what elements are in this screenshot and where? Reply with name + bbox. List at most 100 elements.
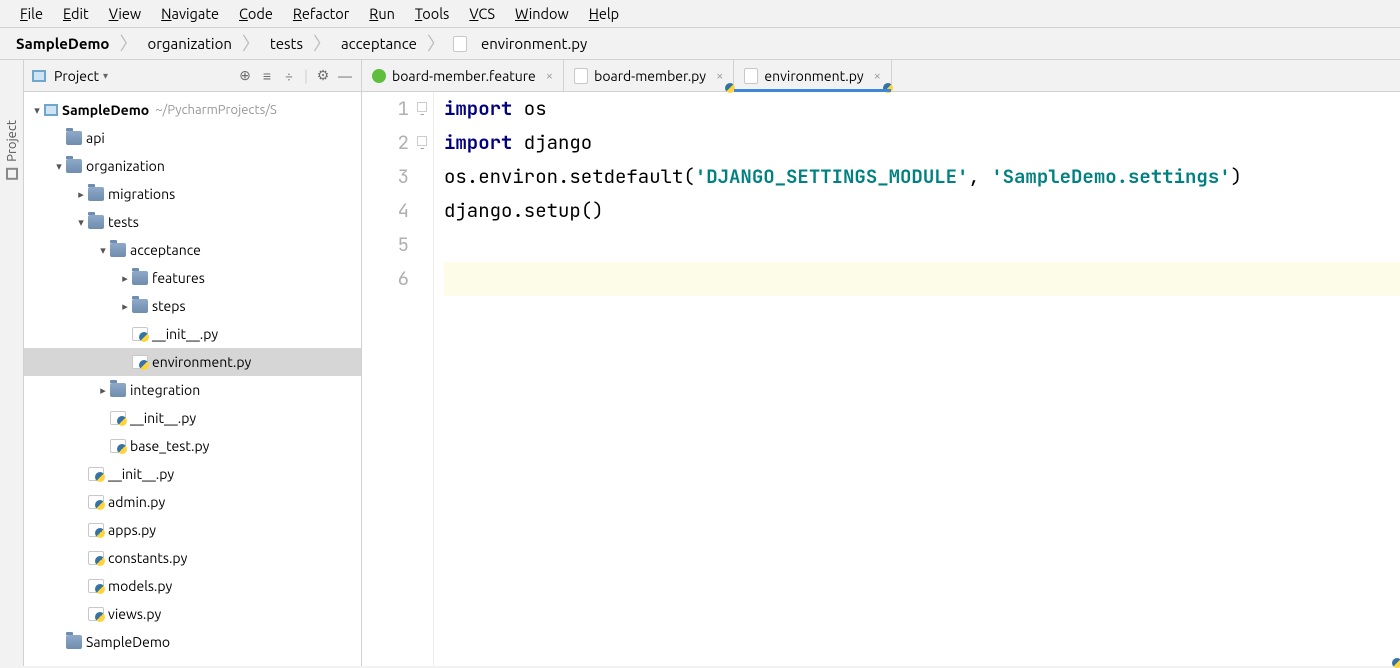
tree-node[interactable]: ▸integration: [24, 376, 361, 404]
tree-node-label: environment.py: [152, 354, 251, 370]
hide-panel-icon[interactable]: —: [337, 68, 353, 84]
chevron-right-icon[interactable]: ▸: [96, 384, 110, 397]
code-line[interactable]: [444, 262, 1400, 296]
chevron-down-icon[interactable]: ▾: [30, 104, 44, 117]
line-number[interactable]: 6: [362, 262, 409, 296]
tree-node[interactable]: api: [24, 124, 361, 152]
menu-help[interactable]: Help: [579, 3, 629, 24]
editor-tabbar: board-member.feature×board-member.py×env…: [362, 60, 1400, 92]
fold-handle-icon[interactable]: [417, 102, 427, 112]
chevron-right-icon[interactable]: ▸: [74, 188, 88, 201]
folder-icon: [132, 299, 148, 313]
code-line[interactable]: import os: [444, 92, 1400, 126]
menu-view[interactable]: View: [99, 3, 151, 24]
menu-window[interactable]: Window: [505, 3, 579, 24]
chevron-down-icon[interactable]: ▾: [52, 160, 66, 173]
tree-node[interactable]: ▸migrations: [24, 180, 361, 208]
editor-gutter[interactable]: 123456: [362, 92, 434, 666]
close-tab-icon[interactable]: ×: [712, 69, 723, 83]
menu-refactor[interactable]: Refactor: [283, 3, 359, 24]
code-editor[interactable]: 123456 import osimport djangoos.environ.…: [362, 92, 1400, 666]
tree-node-label: steps: [152, 298, 186, 314]
tree-node[interactable]: apps.py: [24, 516, 361, 544]
tree-node-label: admin.py: [108, 494, 165, 510]
menu-code[interactable]: Code: [229, 3, 283, 24]
python-file-icon: [132, 355, 148, 369]
project-tree[interactable]: ▾ SampleDemo ~/PycharmProjects/S api▾org…: [24, 92, 361, 666]
project-panel: Project ▾ ⊕ ≡ ÷ | ⚙ — ▾ SampleDemo ~/Pyc…: [24, 60, 362, 666]
tree-node[interactable]: admin.py: [24, 488, 361, 516]
python-file-icon: [88, 579, 104, 593]
tree-node[interactable]: ▸ features: [24, 264, 361, 292]
tool-window-strip[interactable]: Project: [0, 60, 24, 666]
tree-root[interactable]: ▾ SampleDemo ~/PycharmProjects/S: [24, 96, 361, 124]
chevron-right-icon[interactable]: ▸: [118, 300, 132, 313]
folder-icon: [66, 635, 82, 649]
menu-run[interactable]: Run: [359, 3, 405, 24]
project-panel-title[interactable]: Project ▾: [32, 68, 108, 84]
chevron-down-icon[interactable]: ▾: [74, 216, 88, 229]
line-number[interactable]: 3: [362, 160, 409, 194]
locate-icon[interactable]: ⊕: [237, 68, 253, 84]
module-icon: [44, 104, 58, 116]
folder-icon: [132, 271, 148, 285]
tree-node[interactable]: base_test.py: [24, 432, 361, 460]
folder-icon: [66, 131, 82, 145]
tree-node-label: features: [152, 270, 205, 286]
tree-node[interactable]: __init__.py: [24, 404, 361, 432]
line-number[interactable]: 4: [362, 194, 409, 228]
settings-gear-icon[interactable]: ⚙: [315, 68, 331, 84]
breadcrumb-item[interactable]: environment.py: [479, 35, 589, 52]
tree-node-label: __init__.py: [152, 326, 218, 342]
tree-node[interactable]: constants.py: [24, 544, 361, 572]
fold-handle-icon[interactable]: [417, 136, 427, 146]
menu-file[interactable]: File: [10, 3, 53, 24]
python-file-icon: [110, 411, 126, 425]
project-tool-tab[interactable]: Project: [5, 120, 19, 180]
line-number[interactable]: 1: [362, 92, 409, 126]
tree-node[interactable]: models.py: [24, 572, 361, 600]
tree-node-label: tests: [108, 214, 139, 230]
menu-edit[interactable]: Edit: [53, 3, 99, 24]
close-tab-icon[interactable]: ×: [870, 69, 881, 83]
breadcrumb-item[interactable]: organization: [145, 35, 233, 52]
python-file-icon: [110, 439, 126, 453]
close-tab-icon[interactable]: ×: [542, 69, 553, 83]
tree-node-label: SampleDemo: [86, 634, 170, 650]
tree-node[interactable]: environment.py: [24, 348, 361, 376]
menu-navigate[interactable]: Navigate: [151, 3, 229, 24]
python-file-icon: [88, 523, 104, 537]
tree-node-label: acceptance: [130, 242, 201, 258]
python-file-icon: [88, 551, 104, 565]
collapse-all-icon[interactable]: ÷: [281, 68, 297, 84]
editor-code[interactable]: import osimport djangoos.environ.setdefa…: [434, 92, 1400, 666]
expand-all-icon[interactable]: ≡: [259, 68, 275, 84]
code-line[interactable]: import django: [444, 126, 1400, 160]
code-line[interactable]: os.environ.setdefault('DJANGO_SETTINGS_M…: [444, 160, 1400, 194]
tree-node[interactable]: SampleDemo: [24, 628, 361, 656]
tree-node-label: models.py: [108, 578, 172, 594]
editor-tab[interactable]: board-member.py×: [564, 60, 734, 91]
breadcrumb-item[interactable]: SampleDemo: [14, 35, 111, 52]
tree-node[interactable]: __init__.py: [24, 460, 361, 488]
tree-node-label: __init__.py: [130, 410, 196, 426]
tree-node[interactable]: ▾organization: [24, 152, 361, 180]
menu-vcs[interactable]: VCS: [459, 3, 505, 24]
chevron-right-icon[interactable]: ▸: [118, 272, 132, 285]
line-number[interactable]: 2: [362, 126, 409, 160]
breadcrumb-item[interactable]: tests: [268, 35, 305, 52]
folder-icon: [66, 159, 82, 173]
tree-node[interactable]: ▸ steps: [24, 292, 361, 320]
tree-node[interactable]: ▾ tests: [24, 208, 361, 236]
line-number[interactable]: 5: [362, 228, 409, 262]
tree-node[interactable]: __init__.py: [24, 320, 361, 348]
breadcrumb-item[interactable]: acceptance: [339, 35, 419, 52]
editor-tab[interactable]: board-member.feature×: [362, 60, 564, 91]
tree-node[interactable]: views.py: [24, 600, 361, 628]
menu-tools[interactable]: Tools: [405, 3, 459, 24]
code-line[interactable]: [444, 228, 1400, 262]
editor-tab[interactable]: environment.py×: [734, 60, 892, 91]
tree-node[interactable]: ▾ acceptance: [24, 236, 361, 264]
chevron-down-icon[interactable]: ▾: [96, 244, 110, 257]
code-line[interactable]: django.setup(): [444, 194, 1400, 228]
